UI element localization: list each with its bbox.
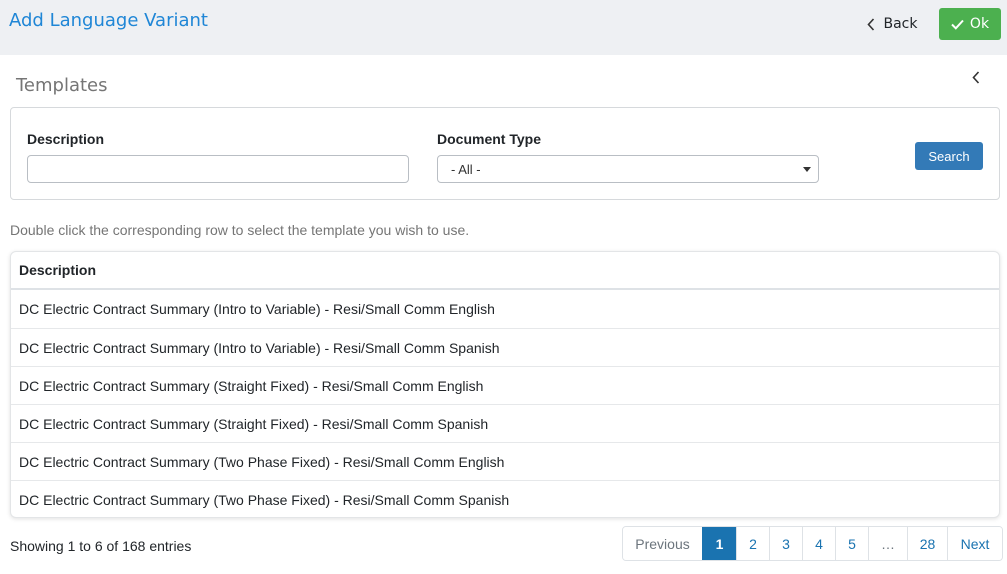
table-row[interactable]: DC Electric Contract Summary (Intro to V… <box>11 290 999 328</box>
page-button-2[interactable]: 2 <box>736 527 769 560</box>
page-button-4[interactable]: 4 <box>802 527 835 560</box>
document-type-value: - All - <box>451 162 481 177</box>
document-type-select[interactable]: - All - <box>437 155 819 183</box>
description-label: Description <box>27 131 105 147</box>
check-icon <box>951 19 964 30</box>
ok-button-label: Ok <box>969 16 990 32</box>
previous-page-button[interactable]: Previous <box>623 527 702 560</box>
back-button[interactable]: Back <box>856 8 928 40</box>
templates-table: Description DC Electric Contract Summary… <box>10 251 1000 518</box>
top-bar: Add Language Variant Back Ok <box>0 0 1007 55</box>
instruction-text: Double click the corresponding row to se… <box>10 222 470 238</box>
table-row[interactable]: DC Electric Contract Summary (Intro to V… <box>11 328 999 366</box>
collapse-button[interactable] <box>967 68 985 86</box>
page-button-1[interactable]: 1 <box>702 527 736 560</box>
table-row[interactable]: DC Electric Contract Summary (Two Phase … <box>11 480 999 517</box>
table-row[interactable]: DC Electric Contract Summary (Straight F… <box>11 404 999 442</box>
caret-down-icon <box>803 167 811 172</box>
search-button[interactable]: Search <box>915 142 983 170</box>
description-input[interactable] <box>27 155 409 183</box>
page-button-3[interactable]: 3 <box>769 527 802 560</box>
chevron-left-icon <box>866 17 874 31</box>
entries-info: Showing 1 to 6 of 168 entries <box>10 538 192 554</box>
document-type-label: Document Type <box>437 131 541 147</box>
section-title: Templates <box>16 75 108 96</box>
page-button-5[interactable]: 5 <box>835 527 868 560</box>
page-button-28[interactable]: 28 <box>907 527 947 560</box>
column-header-description[interactable]: Description <box>11 252 999 290</box>
filter-panel: Description Document Type - All - Search <box>10 107 1000 200</box>
table-body: DC Electric Contract Summary (Intro to V… <box>11 290 999 517</box>
table-row[interactable]: DC Electric Contract Summary (Straight F… <box>11 366 999 404</box>
page-ellipsis: … <box>868 527 907 560</box>
ok-button[interactable]: Ok <box>939 8 1001 40</box>
chevron-left-icon <box>972 70 980 84</box>
next-page-button[interactable]: Next <box>947 527 1002 560</box>
table-row[interactable]: DC Electric Contract Summary (Two Phase … <box>11 442 999 480</box>
back-button-label: Back <box>883 16 918 32</box>
pagination: Previous 1 2 3 4 5 … 28 Next <box>622 526 1003 561</box>
page-title: Add Language Variant <box>9 10 208 31</box>
